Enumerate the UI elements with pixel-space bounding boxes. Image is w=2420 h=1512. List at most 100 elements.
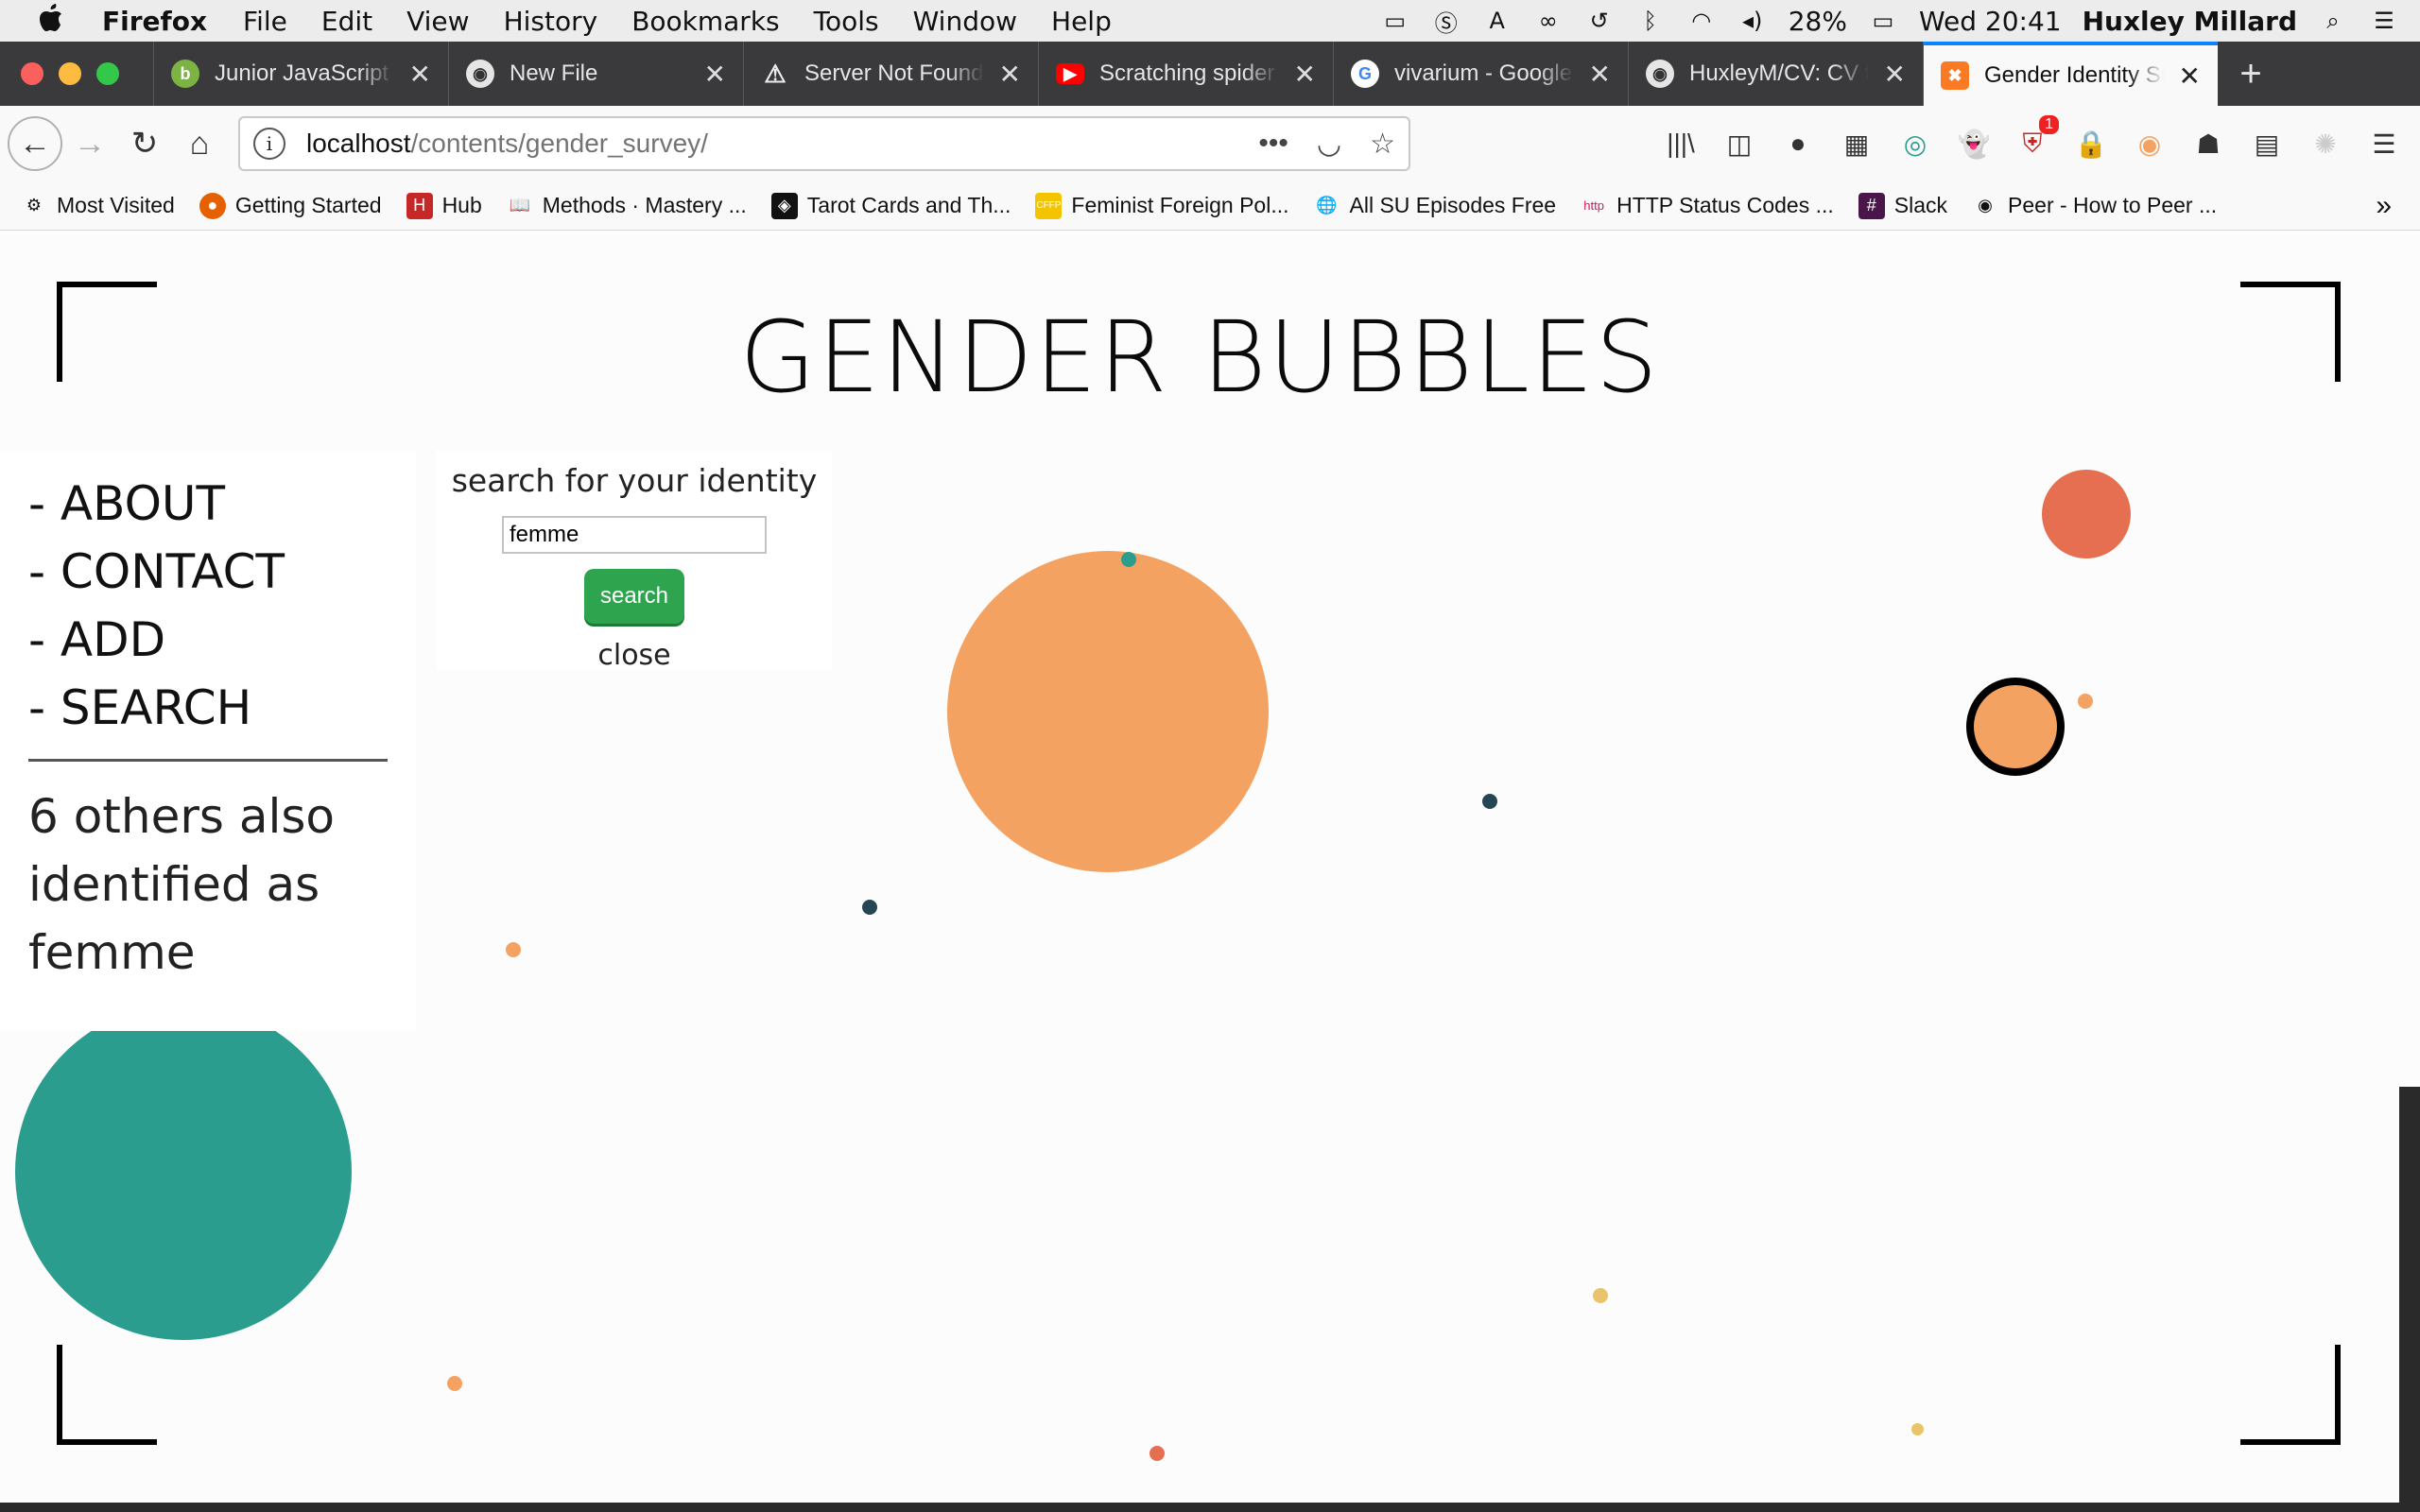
zoom-window-icon[interactable] xyxy=(96,62,119,85)
bookmark-su-episodes[interactable]: 🌐 All SU Episodes Free xyxy=(1314,193,1556,219)
ghostery-icon[interactable]: 👻 xyxy=(1955,125,1993,163)
menu-file[interactable]: File xyxy=(243,6,287,37)
time-machine-icon[interactable]: ↺ xyxy=(1584,8,1615,34)
search-button[interactable]: search xyxy=(584,569,684,624)
close-window-icon[interactable] xyxy=(21,62,43,85)
incognito-icon[interactable]: ☗ xyxy=(2189,125,2227,163)
menu-view[interactable]: View xyxy=(406,6,469,37)
nav-add-link[interactable]: - ADD xyxy=(28,606,416,674)
bookmark-http-status-codes[interactable]: http HTTP Status Codes ... xyxy=(1581,193,1834,219)
page-actions-icon[interactable]: ••• xyxy=(1258,128,1288,161)
bubble[interactable] xyxy=(1121,552,1136,567)
tab-gender-identity-survey[interactable]: ✖ Gender Identity Su ✕ xyxy=(1923,42,2218,106)
bubble[interactable] xyxy=(862,900,877,915)
home-button[interactable]: ⌂ xyxy=(172,116,227,171)
sidebar-icon[interactable]: ◫ xyxy=(1720,125,1758,163)
extension-circle-icon[interactable]: ◎ xyxy=(1896,125,1934,163)
bubble[interactable] xyxy=(15,1004,352,1340)
bubble[interactable] xyxy=(506,942,521,957)
site-info-icon[interactable]: i xyxy=(253,128,285,160)
menu-clock[interactable]: Wed 20:41 xyxy=(1919,6,2062,37)
notification-center-icon[interactable]: ☰ xyxy=(2369,8,2399,34)
menu-user[interactable]: Huxley Millard xyxy=(2083,6,2297,37)
close-tab-icon[interactable]: ✕ xyxy=(1884,59,1906,90)
hamburger-menu-icon[interactable]: ☰ xyxy=(2365,125,2403,163)
bookmark-peer[interactable]: ◉ Peer - How to Peer ... xyxy=(1972,193,2217,219)
extension-grid-icon[interactable]: ▦ xyxy=(1838,125,1876,163)
new-tab-button[interactable]: + xyxy=(2218,42,2284,106)
tab-huxleym-cv[interactable]: ◉ HuxleyM/CV: CV to ✕ xyxy=(1628,42,1923,106)
color-picker-icon[interactable]: ◉ xyxy=(2131,125,2169,163)
http-icon: http xyxy=(1583,198,1604,213)
bookmark-label: Methods · Mastery ... xyxy=(542,193,747,217)
bubble[interactable] xyxy=(947,551,1269,872)
pocket-icon[interactable]: ◡ xyxy=(1317,128,1341,161)
tab-title: New File xyxy=(510,60,598,86)
close-tab-icon[interactable]: ✕ xyxy=(704,59,726,90)
extension-faded-icon[interactable]: ✺ xyxy=(2307,125,2344,163)
close-tab-icon[interactable]: ✕ xyxy=(1294,59,1316,90)
close-tab-icon[interactable]: ✕ xyxy=(999,59,1021,90)
window-controls xyxy=(0,42,153,106)
extension-spheres-icon[interactable]: ● xyxy=(1779,125,1817,163)
bookmark-hub[interactable]: H Hub xyxy=(406,192,482,219)
bubble[interactable] xyxy=(1911,1423,1924,1435)
frame-corner xyxy=(2240,1345,2341,1445)
menu-app-name[interactable]: Firefox xyxy=(102,6,207,37)
bookmark-getting-started[interactable]: ● Getting Started xyxy=(199,192,382,219)
bubble[interactable] xyxy=(1150,1446,1165,1461)
bookmarks-overflow-icon[interactable]: » xyxy=(2376,190,2420,222)
identity-search-input[interactable] xyxy=(502,516,767,554)
menu-help[interactable]: Help xyxy=(1051,6,1112,37)
bubble[interactable] xyxy=(2078,694,2093,709)
url-bar[interactable]: i localhost/contents/gender_survey/ ••• … xyxy=(238,116,1410,171)
nav-search-link[interactable]: - SEARCH xyxy=(28,674,416,742)
password-lock-icon[interactable]: 🔒 xyxy=(2072,125,2110,163)
menu-tools[interactable]: Tools xyxy=(814,6,879,37)
bubble[interactable] xyxy=(2042,470,2131,558)
back-button[interactable]: ← xyxy=(8,116,62,171)
bubble[interactable] xyxy=(1482,794,1497,809)
tab-junior-javascript[interactable]: b Junior JavaScript D ✕ xyxy=(153,42,448,106)
bookmark-star-icon[interactable]: ☆ xyxy=(1370,128,1395,161)
tab-vivarium-google[interactable]: G vivarium - Google ✕ xyxy=(1333,42,1628,106)
bubble-highlighted[interactable] xyxy=(1966,678,2065,776)
menu-edit[interactable]: Edit xyxy=(321,6,372,37)
tab-server-not-found[interactable]: ⚠ Server Not Found ✕ xyxy=(743,42,1038,106)
bluetooth-icon[interactable]: ᛒ xyxy=(1635,8,1666,34)
close-tab-icon[interactable]: ✕ xyxy=(409,59,431,90)
minimize-window-icon[interactable] xyxy=(59,62,81,85)
menu-history[interactable]: History xyxy=(504,6,598,37)
notes-icon[interactable]: ▤ xyxy=(2248,125,2286,163)
bookmark-slack[interactable]: # Slack xyxy=(1858,192,1947,219)
camera-icon[interactable]: ▭ xyxy=(1380,8,1410,34)
tab-title: HuxleyM/CV: CV to xyxy=(1689,60,1869,86)
ublock-icon[interactable]: ⛨ 1 xyxy=(2014,115,2059,163)
nav-contact-link[interactable]: - CONTACT xyxy=(28,538,416,606)
forward-button[interactable]: → xyxy=(62,116,117,171)
tab-scratching-spider[interactable]: ▶ Scratching spider ✕ xyxy=(1038,42,1333,106)
close-tab-icon[interactable]: ✕ xyxy=(1589,59,1611,90)
bubble[interactable] xyxy=(447,1376,462,1391)
close-tab-icon[interactable]: ✕ xyxy=(2179,60,2201,92)
volume-icon[interactable]: ◂) xyxy=(1737,8,1768,34)
bookmark-feminist-foreign-policy[interactable]: CFFP Feminist Foreign Pol... xyxy=(1035,192,1289,219)
spotlight-search-icon[interactable]: ⌕ xyxy=(2318,8,2348,34)
adobe-icon[interactable]: A xyxy=(1482,8,1512,34)
close-search-link[interactable]: close xyxy=(437,639,832,672)
library-icon[interactable]: |||\ xyxy=(1662,125,1700,163)
bookmark-methods-mastery[interactable]: 📖 Methods · Mastery ... xyxy=(507,193,747,219)
creative-cloud-icon[interactable]: ∞ xyxy=(1533,8,1564,34)
nav-about-link[interactable]: - ABOUT xyxy=(28,470,416,538)
menu-bookmarks[interactable]: Bookmarks xyxy=(631,6,779,37)
wifi-icon[interactable]: ◠ xyxy=(1686,8,1717,34)
battery-icon[interactable]: ▭ xyxy=(1868,8,1898,34)
bookmark-tarot-cards[interactable]: ◈ Tarot Cards and Th... xyxy=(770,192,1011,219)
menu-window[interactable]: Window xyxy=(913,6,1017,37)
tab-new-file[interactable]: ◉ New File ✕ xyxy=(448,42,743,106)
bubble[interactable] xyxy=(1593,1288,1608,1303)
skype-icon[interactable]: Ⓢ xyxy=(1431,8,1461,37)
reload-button[interactable]: ↻ xyxy=(117,116,172,171)
apple-icon[interactable] xyxy=(25,3,78,39)
bookmark-most-visited[interactable]: ⚙ Most Visited xyxy=(21,193,175,219)
